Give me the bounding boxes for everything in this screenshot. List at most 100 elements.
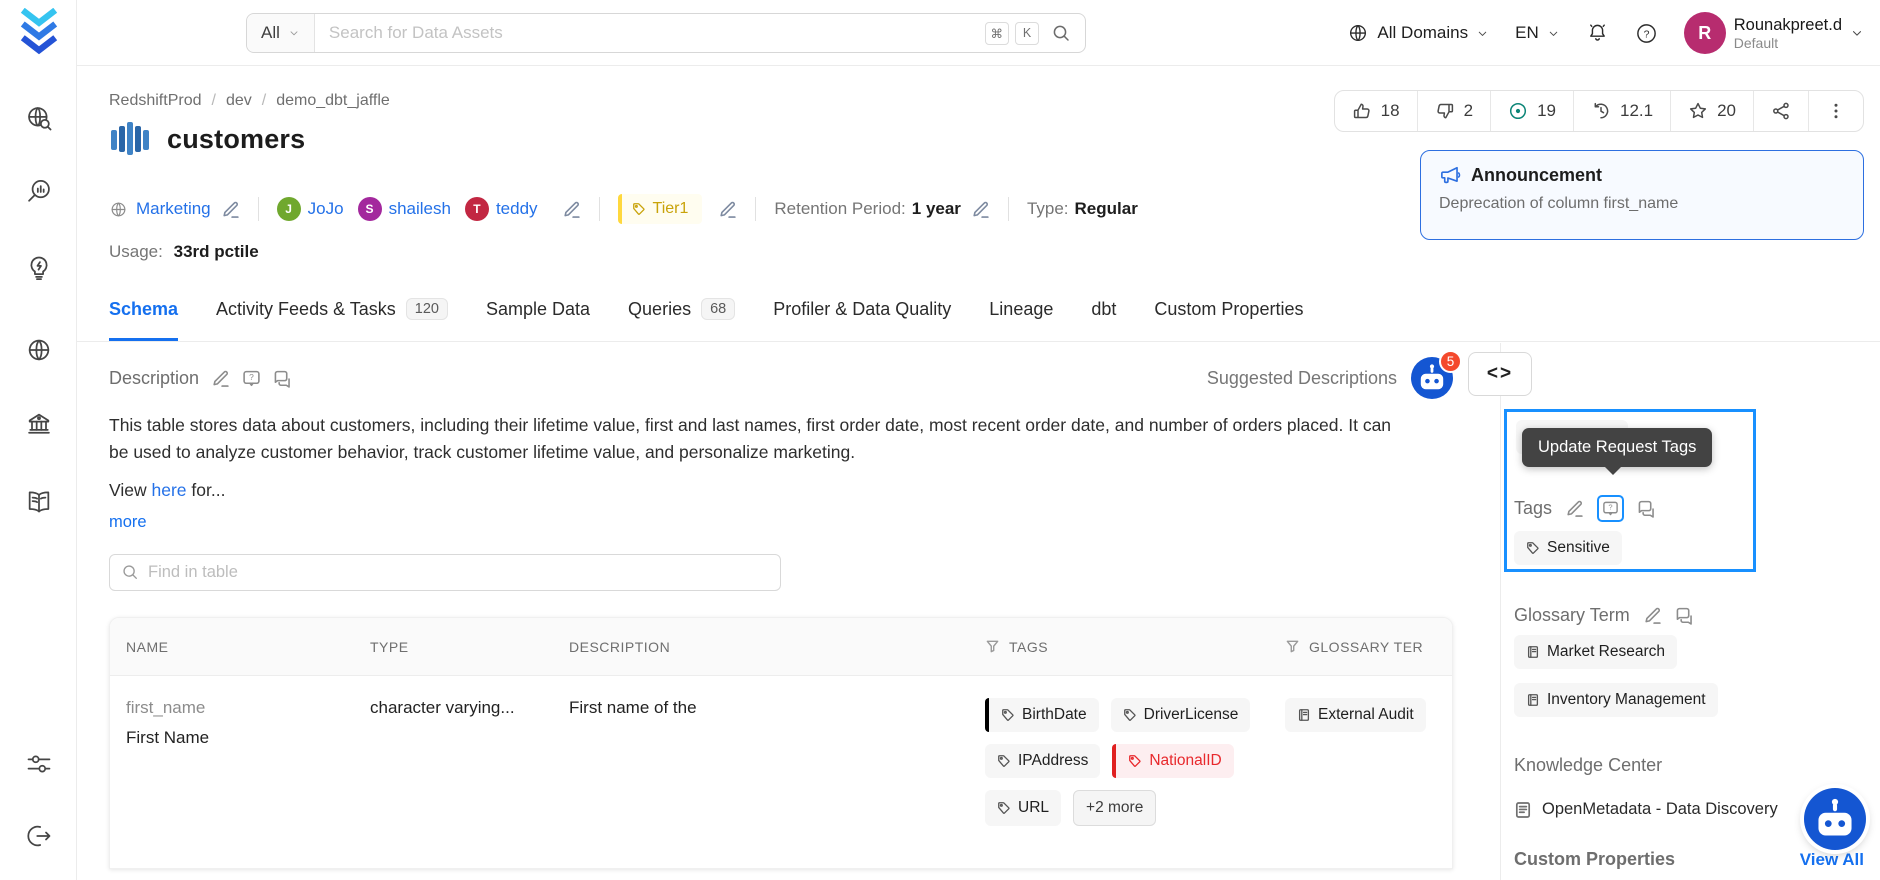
- downvote-button[interactable]: 2: [1418, 91, 1492, 131]
- domains-dropdown[interactable]: All Domains: [1347, 22, 1489, 44]
- owner-teddy[interactable]: T teddy: [464, 197, 538, 221]
- govern-icon[interactable]: [0, 410, 77, 438]
- tag-chip-ipaddress[interactable]: IPAddress: [985, 744, 1101, 778]
- breadcrumb-service[interactable]: RedshiftProd: [109, 92, 202, 110]
- request-tags-button[interactable]: ?: [1597, 495, 1625, 522]
- tags-heading: Tags: [1514, 498, 1553, 518]
- tab-profiler[interactable]: Profiler & Data Quality: [773, 299, 951, 341]
- tag-chip-birthdate[interactable]: BirthDate: [985, 698, 1099, 732]
- schema-table: NAME TYPE DESCRIPTION TAGS GLOSSARY TER: [109, 617, 1453, 869]
- user-avatar: R: [1683, 12, 1726, 54]
- glossary-chip-external-audit[interactable]: External Audit: [1285, 698, 1426, 732]
- column-header-type[interactable]: TYPE: [370, 639, 569, 655]
- search-scope-dropdown[interactable]: All: [247, 14, 315, 52]
- tab-sample-data[interactable]: Sample Data: [486, 299, 590, 341]
- glossary-chip-inventory-management[interactable]: Inventory Management: [1514, 683, 1718, 717]
- tag-chip-url[interactable]: URL: [985, 790, 1062, 826]
- tab-lineage[interactable]: Lineage: [989, 299, 1053, 341]
- description-conversation-icon[interactable]: [273, 369, 292, 388]
- search-icon[interactable]: [1051, 23, 1071, 43]
- domain-link[interactable]: Marketing: [136, 199, 211, 219]
- more-actions-button[interactable]: [1809, 91, 1863, 131]
- logout-icon[interactable]: [0, 822, 77, 850]
- edit-owners-icon[interactable]: [562, 200, 581, 219]
- edit-glossary-icon[interactable]: [1643, 606, 1662, 625]
- breadcrumb-database[interactable]: dev: [226, 92, 252, 110]
- view-all-link[interactable]: View All: [1800, 850, 1864, 870]
- search-input[interactable]: [314, 23, 985, 43]
- breadcrumb-schema[interactable]: demo_dbt_jaffle: [276, 92, 390, 110]
- usage-row: Usage: 33rd pctile: [109, 242, 259, 262]
- edit-description-icon[interactable]: [211, 369, 230, 388]
- tab-dbt[interactable]: dbt: [1091, 299, 1116, 341]
- tab-queries[interactable]: Queries 68: [628, 298, 736, 341]
- domain-globe-icon: [109, 200, 128, 219]
- chevron-down-icon: [1850, 26, 1864, 40]
- svg-text:?: ?: [1608, 503, 1612, 512]
- article-icon: [1514, 801, 1532, 819]
- schema-table-header: NAME TYPE DESCRIPTION TAGS GLOSSARY TER: [110, 618, 1452, 676]
- learning-icon[interactable]: [0, 488, 77, 516]
- chevron-down-icon: [288, 27, 300, 39]
- kebab-menu-icon: [1826, 101, 1846, 121]
- edit-tags-icon[interactable]: [1565, 499, 1584, 518]
- more-tags-button[interactable]: +2 more: [1073, 790, 1157, 826]
- views-button[interactable]: 19: [1491, 91, 1574, 131]
- find-in-table-input[interactable]: [109, 554, 781, 591]
- edit-retention-icon[interactable]: [971, 200, 990, 219]
- openmetadata-logo-icon[interactable]: [20, 8, 58, 55]
- svg-text:?: ?: [1643, 28, 1649, 40]
- observability-icon[interactable]: [0, 178, 77, 206]
- tags-conversation-icon[interactable]: [1637, 499, 1656, 518]
- thumbs-down-icon: [1435, 101, 1455, 121]
- version-button[interactable]: 12.1: [1574, 91, 1672, 131]
- language-dropdown[interactable]: EN: [1515, 23, 1560, 43]
- help-circle-icon: ?: [1635, 22, 1658, 45]
- here-link[interactable]: here: [152, 480, 187, 500]
- request-description-icon[interactable]: ?: [242, 369, 261, 388]
- thumbs-up-icon: [1352, 101, 1372, 121]
- ai-suggestions-button[interactable]: 5: [1411, 350, 1462, 399]
- owner-jojo[interactable]: J JoJo: [276, 197, 344, 221]
- upvote-button[interactable]: 18: [1335, 91, 1418, 131]
- column-header-description[interactable]: DESCRIPTION: [569, 639, 985, 655]
- tag-chip-driverlicense[interactable]: DriverLicense: [1110, 698, 1251, 732]
- entity-stats-bar: 18 2 19 12.1 20: [1333, 90, 1864, 132]
- ai-chat-button[interactable]: [1804, 788, 1866, 850]
- tab-custom-properties[interactable]: Custom Properties: [1154, 299, 1303, 341]
- chevron-down-icon: [1476, 27, 1489, 40]
- language-label: EN: [1515, 23, 1539, 42]
- edit-domain-icon[interactable]: [221, 200, 240, 219]
- tag-chip-sensitive[interactable]: Sensitive: [1514, 531, 1622, 565]
- column-header-glossary[interactable]: GLOSSARY TER: [1309, 639, 1423, 655]
- column-header-name[interactable]: NAME: [110, 639, 370, 655]
- expand-panel-button[interactable]: <>: [1468, 352, 1532, 396]
- explore-icon[interactable]: [0, 104, 77, 132]
- tag-chip-nationalid[interactable]: NationalID: [1112, 744, 1234, 778]
- help-button[interactable]: ?: [1635, 22, 1658, 45]
- glossary-conversation-icon[interactable]: [1675, 606, 1694, 625]
- tab-schema[interactable]: Schema: [109, 299, 179, 341]
- glossary-filter-icon[interactable]: [1285, 639, 1300, 654]
- announcement-message: Deprecation of column first_name: [1439, 195, 1679, 212]
- glossary-chip-market-research[interactable]: Market Research: [1514, 635, 1678, 669]
- notifications-button[interactable]: [1586, 22, 1609, 45]
- insights-icon[interactable]: [0, 254, 77, 282]
- announcement-card[interactable]: Announcement Deprecation of column first…: [1420, 150, 1864, 240]
- search-icon: [121, 563, 139, 581]
- globe-icon: [1347, 22, 1369, 44]
- owner-shailesh[interactable]: S shailesh: [357, 197, 451, 221]
- follow-button[interactable]: 20: [1671, 91, 1754, 131]
- domains-icon[interactable]: [0, 336, 77, 364]
- tab-activity-feeds[interactable]: Activity Feeds & Tasks 120: [216, 298, 448, 341]
- settings-icon[interactable]: [0, 750, 77, 778]
- tags-filter-icon[interactable]: [985, 639, 1000, 654]
- tier-chip[interactable]: Tier1: [617, 194, 703, 224]
- user-menu[interactable]: R Rounakpreet.d Default: [1683, 12, 1864, 54]
- entity-tabs: Schema Activity Feeds & Tasks 120 Sample…: [77, 278, 1880, 342]
- column-display-name: First Name: [126, 728, 210, 747]
- share-button[interactable]: [1754, 91, 1809, 131]
- column-header-tags[interactable]: TAGS: [1009, 639, 1048, 655]
- edit-tier-icon[interactable]: [718, 200, 737, 219]
- description-more-link[interactable]: more: [109, 513, 1453, 532]
